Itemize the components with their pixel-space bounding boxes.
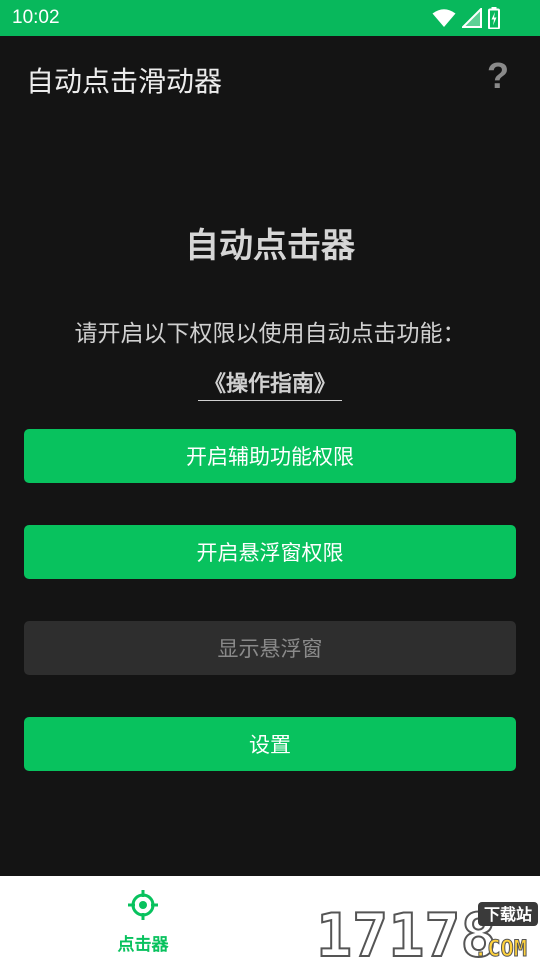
page-heading: 自动点击器 bbox=[185, 226, 355, 266]
watermark-logo: 17178 下载站 .COM bbox=[315, 900, 538, 960]
crosshair-icon bbox=[128, 890, 158, 920]
permission-instruction: 请开启以下权限以使用自动点击功能： bbox=[74, 321, 466, 347]
help-icon[interactable]: ? bbox=[484, 56, 512, 96]
operation-guide-link[interactable]: 《操作指南》 bbox=[198, 366, 342, 401]
signal-icon bbox=[462, 8, 482, 28]
app-title: 自动点击滑动器 bbox=[26, 65, 223, 98]
settings-button[interactable]: 设置 bbox=[24, 717, 516, 771]
watermark-number: 17178 bbox=[316, 901, 497, 960]
nav-label-clicker: 点击器 bbox=[117, 935, 169, 955]
status-icons bbox=[432, 6, 500, 30]
watermark-suffix: .COM bbox=[474, 937, 527, 960]
show-overlay-button[interactable]: 显示悬浮窗 bbox=[24, 621, 516, 675]
enable-overlay-permission-button[interactable]: 开启悬浮窗权限 bbox=[24, 525, 516, 579]
watermark-badge: 下载站 bbox=[484, 905, 532, 924]
enable-accessibility-button[interactable]: 开启辅助功能权限 bbox=[24, 429, 516, 483]
nav-item-clicker[interactable]: 点击器 bbox=[100, 890, 186, 955]
status-bar: 10:02 bbox=[0, 0, 540, 36]
status-time: 10:02 bbox=[12, 7, 60, 28]
app-bar: 自动点击滑动器 ? bbox=[0, 36, 540, 122]
wifi-icon bbox=[432, 9, 456, 27]
battery-charging-icon bbox=[488, 7, 500, 29]
